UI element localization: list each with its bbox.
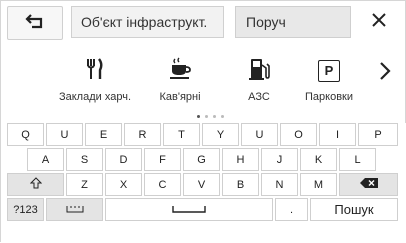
- key-h[interactable]: H: [222, 148, 259, 171]
- key-z[interactable]: Z: [66, 173, 103, 196]
- numbers-key[interactable]: ?123: [7, 198, 44, 221]
- back-button[interactable]: [7, 6, 63, 40]
- category-label: Парковки: [305, 91, 353, 103]
- key-u2[interactable]: U: [241, 123, 278, 146]
- backspace-key[interactable]: [339, 173, 398, 196]
- page-dot: [197, 115, 200, 118]
- backspace-icon: [359, 178, 378, 191]
- key-y[interactable]: Y: [202, 123, 239, 146]
- key-c[interactable]: C: [144, 173, 181, 196]
- key-x[interactable]: X: [105, 173, 142, 196]
- keyboard: Q U E R T Y U O I P A S D F G H J K L Z …: [1, 123, 406, 243]
- key-r[interactable]: R: [124, 123, 161, 146]
- key-s[interactable]: S: [66, 148, 103, 171]
- key-u[interactable]: U: [46, 123, 83, 146]
- shift-icon: [29, 177, 42, 192]
- top-bar: Об'єкт інфраструкт. Поруч: [1, 1, 406, 45]
- category-label: Заклади харч.: [58, 91, 131, 103]
- category-parking[interactable]: P Парковки: [297, 51, 361, 113]
- category-label: Кав'ярні: [159, 91, 201, 103]
- page-indicator: [197, 115, 224, 118]
- key-p[interactable]: P: [358, 123, 398, 146]
- key-d[interactable]: D: [105, 148, 142, 171]
- language-key[interactable]: [46, 198, 103, 221]
- key-m[interactable]: M: [300, 173, 337, 196]
- back-arrow-icon: [25, 13, 45, 34]
- shift-key[interactable]: [7, 173, 64, 196]
- search-button[interactable]: Пошук: [310, 198, 398, 221]
- period-key[interactable]: .: [275, 198, 308, 221]
- fork-knife-icon: [85, 57, 105, 85]
- key-j[interactable]: J: [261, 148, 298, 171]
- close-icon: [371, 12, 387, 33]
- key-n[interactable]: N: [261, 173, 298, 196]
- key-t[interactable]: T: [163, 123, 200, 146]
- space-icon: [172, 204, 206, 216]
- key-e[interactable]: E: [85, 123, 122, 146]
- parking-icon: P: [318, 60, 340, 82]
- fuel-pump-icon: [248, 57, 270, 86]
- keyboard-icon: [66, 204, 84, 216]
- category-label: АЗС: [248, 91, 270, 103]
- coffee-cup-icon: [167, 57, 193, 86]
- page-dot: [213, 115, 216, 118]
- category-restaurants[interactable]: Заклади харч.: [53, 51, 137, 113]
- key-q[interactable]: Q: [7, 123, 44, 146]
- page-dot: [205, 115, 208, 118]
- key-v[interactable]: V: [183, 173, 220, 196]
- key-l[interactable]: L: [339, 148, 376, 171]
- key-g[interactable]: G: [183, 148, 220, 171]
- key-a[interactable]: A: [27, 148, 64, 171]
- close-button[interactable]: [357, 6, 401, 38]
- screen: Об'єкт інфраструкт. Поруч Заклади харч.: [0, 0, 406, 243]
- next-page-button[interactable]: [371, 57, 399, 89]
- location-field[interactable]: Поруч: [235, 6, 351, 38]
- key-i[interactable]: I: [319, 123, 356, 146]
- key-f[interactable]: F: [144, 148, 181, 171]
- chevron-right-icon: [379, 61, 391, 86]
- category-gas-stations[interactable]: АЗС: [231, 51, 287, 113]
- key-k[interactable]: K: [300, 148, 337, 171]
- space-key[interactable]: [105, 198, 273, 221]
- key-o[interactable]: O: [280, 123, 317, 146]
- category-cafes[interactable]: Кав'ярні: [147, 51, 213, 113]
- category-field[interactable]: Об'єкт інфраструкт.: [71, 6, 224, 38]
- key-b[interactable]: B: [222, 173, 259, 196]
- page-dot: [221, 115, 224, 118]
